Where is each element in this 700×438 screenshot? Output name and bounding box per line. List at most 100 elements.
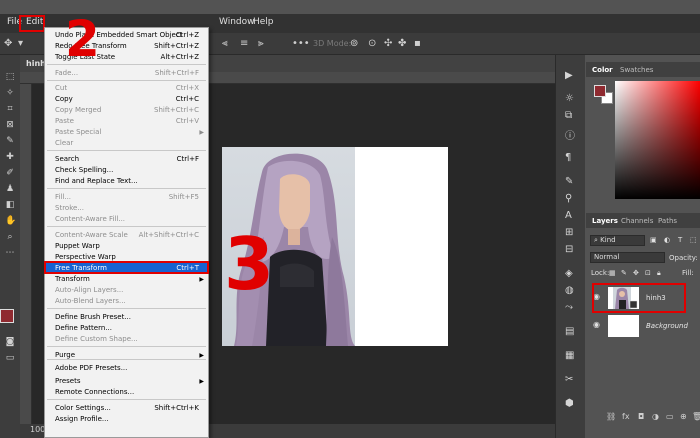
lock-move-icon[interactable]: ✥ xyxy=(633,269,639,277)
crop-tool-icon[interactable]: ⌗ xyxy=(5,104,15,114)
menu-item-find-and-replace-text[interactable]: Find and Replace Text... xyxy=(45,176,208,187)
menu-item-assign-profile[interactable]: Assign Profile... xyxy=(45,414,208,425)
layers-icon[interactable]: ◈ xyxy=(565,268,573,279)
adjustment-icon[interactable]: ◑ xyxy=(652,412,659,421)
blend-mode-select[interactable]: Normal xyxy=(590,252,665,263)
paragraph-icon[interactable]: ¶ xyxy=(565,152,571,163)
menu-item-paste[interactable]: Paste Ctrl+V xyxy=(45,116,208,127)
menu-item-content-aware-fill[interactable]: Content-Aware Fill... xyxy=(45,214,208,225)
menu-item-define-custom-shape[interactable]: Define Custom Shape... xyxy=(45,334,208,345)
visibility-eye-icon[interactable]: ◉ xyxy=(593,320,600,329)
more-options-icon[interactable]: ••• xyxy=(292,38,310,49)
menu-item-fade[interactable]: Fade... Shift+Ctrl+F xyxy=(45,68,208,79)
paths-icon[interactable]: ⤳ xyxy=(565,302,573,313)
menu-item-content-aware-scale[interactable]: Content-Aware Scale Alt+Shift+Ctrl+C xyxy=(45,230,208,241)
menu-item-transform[interactable]: Transform ▶ xyxy=(45,274,208,285)
sun-adjust-icon[interactable]: ☼ xyxy=(565,93,574,104)
brush-settings-icon[interactable]: ✎ xyxy=(565,176,573,187)
menu-item-adobe-pdf-presets[interactable]: Adobe PDF Presets... xyxy=(45,363,208,374)
hand-tool-icon[interactable]: ✋ xyxy=(5,216,16,226)
menu-item-copy[interactable]: Copy Ctrl+C xyxy=(45,94,208,105)
tab-swatches[interactable]: Swatches xyxy=(620,66,653,74)
menu-item-color-settings[interactable]: Color Settings... Shift+Ctrl+K xyxy=(45,403,208,414)
foreground-color-chip[interactable] xyxy=(594,85,606,97)
filter-adjust-icon[interactable]: ◐ xyxy=(664,236,670,244)
lock-artboard-icon[interactable]: ⊡ xyxy=(645,269,651,277)
properties-icon[interactable]: ⊟ xyxy=(565,244,573,255)
align-left-icon[interactable]: ⫷ xyxy=(222,38,228,49)
menu-item-remote-connections[interactable]: Remote Connections... xyxy=(45,387,208,398)
link-icon[interactable]: ⛓ xyxy=(606,412,616,421)
clone-stamp-icon[interactable]: ♟ xyxy=(5,184,15,194)
menu-item-stroke[interactable]: Stroke... xyxy=(45,203,208,214)
roll-3d-icon[interactable]: ⊙ xyxy=(368,38,376,49)
menu-item-copy-merged[interactable]: Copy Merged Shift+Ctrl+C xyxy=(45,105,208,116)
tab-color[interactable]: Color xyxy=(592,66,613,74)
scissors-icon[interactable]: ✂ xyxy=(565,374,573,385)
menu-item-fill[interactable]: Fill... Shift+F5 xyxy=(45,192,208,203)
align-center-icon[interactable]: ≡ xyxy=(240,38,248,49)
menu-item-check-spelling[interactable]: Check Spelling... xyxy=(45,165,208,176)
glyphs-icon[interactable]: ⊞ xyxy=(565,227,573,238)
eraser-icon[interactable]: ◧ xyxy=(5,200,15,210)
play-icon[interactable]: ▶ xyxy=(565,70,573,81)
slide-3d-icon[interactable]: ✤ xyxy=(398,38,406,49)
filter-shape-icon[interactable]: ⬚ xyxy=(690,236,697,244)
menu-item-auto-blend-layers[interactable]: Auto-Blend Layers... xyxy=(45,296,208,307)
clone-source-icon[interactable]: ⚲ xyxy=(565,193,572,204)
cube-icon[interactable]: ⬢ xyxy=(565,398,574,409)
healing-brush-icon[interactable]: ✚ xyxy=(5,152,15,162)
tools-preset-icon[interactable]: ▦ xyxy=(565,350,574,361)
layer-row-background[interactable]: ◉ Background xyxy=(588,312,700,340)
eyedropper-icon[interactable]: ✎ xyxy=(5,136,15,146)
mask-icon[interactable]: ◘ xyxy=(638,412,644,421)
tab-paths[interactable]: Paths xyxy=(658,217,677,225)
tab-layers[interactable]: Layers xyxy=(592,217,618,225)
magic-wand-icon[interactable]: ✧ xyxy=(5,88,15,98)
menu-item-define-pattern[interactable]: Define Pattern... xyxy=(45,323,208,334)
layer-filter-select[interactable]: ⌕ Kind xyxy=(590,235,645,246)
layer-comp-icon[interactable]: ⧉ xyxy=(565,110,572,121)
menu-item-purge[interactable]: Purge ▶ xyxy=(45,350,208,361)
menu-help[interactable]: Help xyxy=(253,17,274,27)
trash-icon[interactable]: 🗑︎ xyxy=(692,412,700,421)
zoom-tool-icon[interactable]: ⌕ xyxy=(5,232,15,242)
channels-icon[interactable]: ◍ xyxy=(565,285,574,296)
foreground-color-swatch[interactable] xyxy=(0,309,14,323)
brush-tool-icon[interactable]: ✐ xyxy=(5,168,15,178)
character-icon[interactable]: A xyxy=(565,210,572,221)
scale-3d-icon[interactable]: ▪ xyxy=(414,38,421,49)
menu-item-cut[interactable]: Cut Ctrl+X xyxy=(45,83,208,94)
document-tab[interactable]: hinh xyxy=(26,59,46,68)
lock-all-icon[interactable]: 🔒︎ xyxy=(657,269,661,278)
lock-pixels-icon[interactable]: ▦ xyxy=(609,269,616,277)
move-tool-icon[interactable]: ✥ xyxy=(4,38,12,49)
menu-item-search[interactable]: Search Ctrl+F xyxy=(45,154,208,165)
menu-item-presets[interactable]: Presets ▶ xyxy=(45,376,208,387)
menu-item-auto-align-layers[interactable]: Auto-Align Layers... xyxy=(45,285,208,296)
filter-image-icon[interactable]: ▣ xyxy=(650,236,657,244)
orbit-3d-icon[interactable]: ⊚ xyxy=(350,38,358,49)
more-tools-icon[interactable]: ⋯ xyxy=(5,248,15,258)
pan-3d-icon[interactable]: ✣ xyxy=(384,38,392,49)
screen-mode-icon[interactable]: ▭ xyxy=(5,353,15,363)
folder-icon[interactable]: ▭ xyxy=(666,412,674,421)
new-layer-icon[interactable]: ⊕ xyxy=(680,412,687,421)
info-icon[interactable]: ⓘ xyxy=(565,127,575,142)
filter-type-icon[interactable]: T xyxy=(678,236,682,244)
menu-item-clear[interactable]: Clear xyxy=(45,138,208,149)
fx-icon[interactable]: fx xyxy=(622,412,630,421)
lock-brush-icon[interactable]: ✎ xyxy=(621,269,627,277)
menu-item-puppet-warp[interactable]: Puppet Warp xyxy=(45,241,208,252)
chevron-down-icon[interactable]: ▾ xyxy=(18,38,23,49)
tab-channels[interactable]: Channels xyxy=(621,217,653,225)
align-right-icon[interactable]: ⫸ xyxy=(258,38,264,49)
menu-window[interactable]: Window xyxy=(219,17,255,27)
marquee-tool-icon[interactable]: ⬚ xyxy=(5,72,15,82)
menu-item-paste-special[interactable]: Paste Special ▶ xyxy=(45,127,208,138)
notes-icon[interactable]: ▤ xyxy=(565,326,574,337)
color-picker-field[interactable] xyxy=(615,81,700,199)
menu-item-define-brush-preset[interactable]: Define Brush Preset... xyxy=(45,312,208,323)
frame-tool-icon[interactable]: ⊠ xyxy=(5,120,15,130)
quick-mask-icon[interactable]: ◙ xyxy=(5,337,15,347)
